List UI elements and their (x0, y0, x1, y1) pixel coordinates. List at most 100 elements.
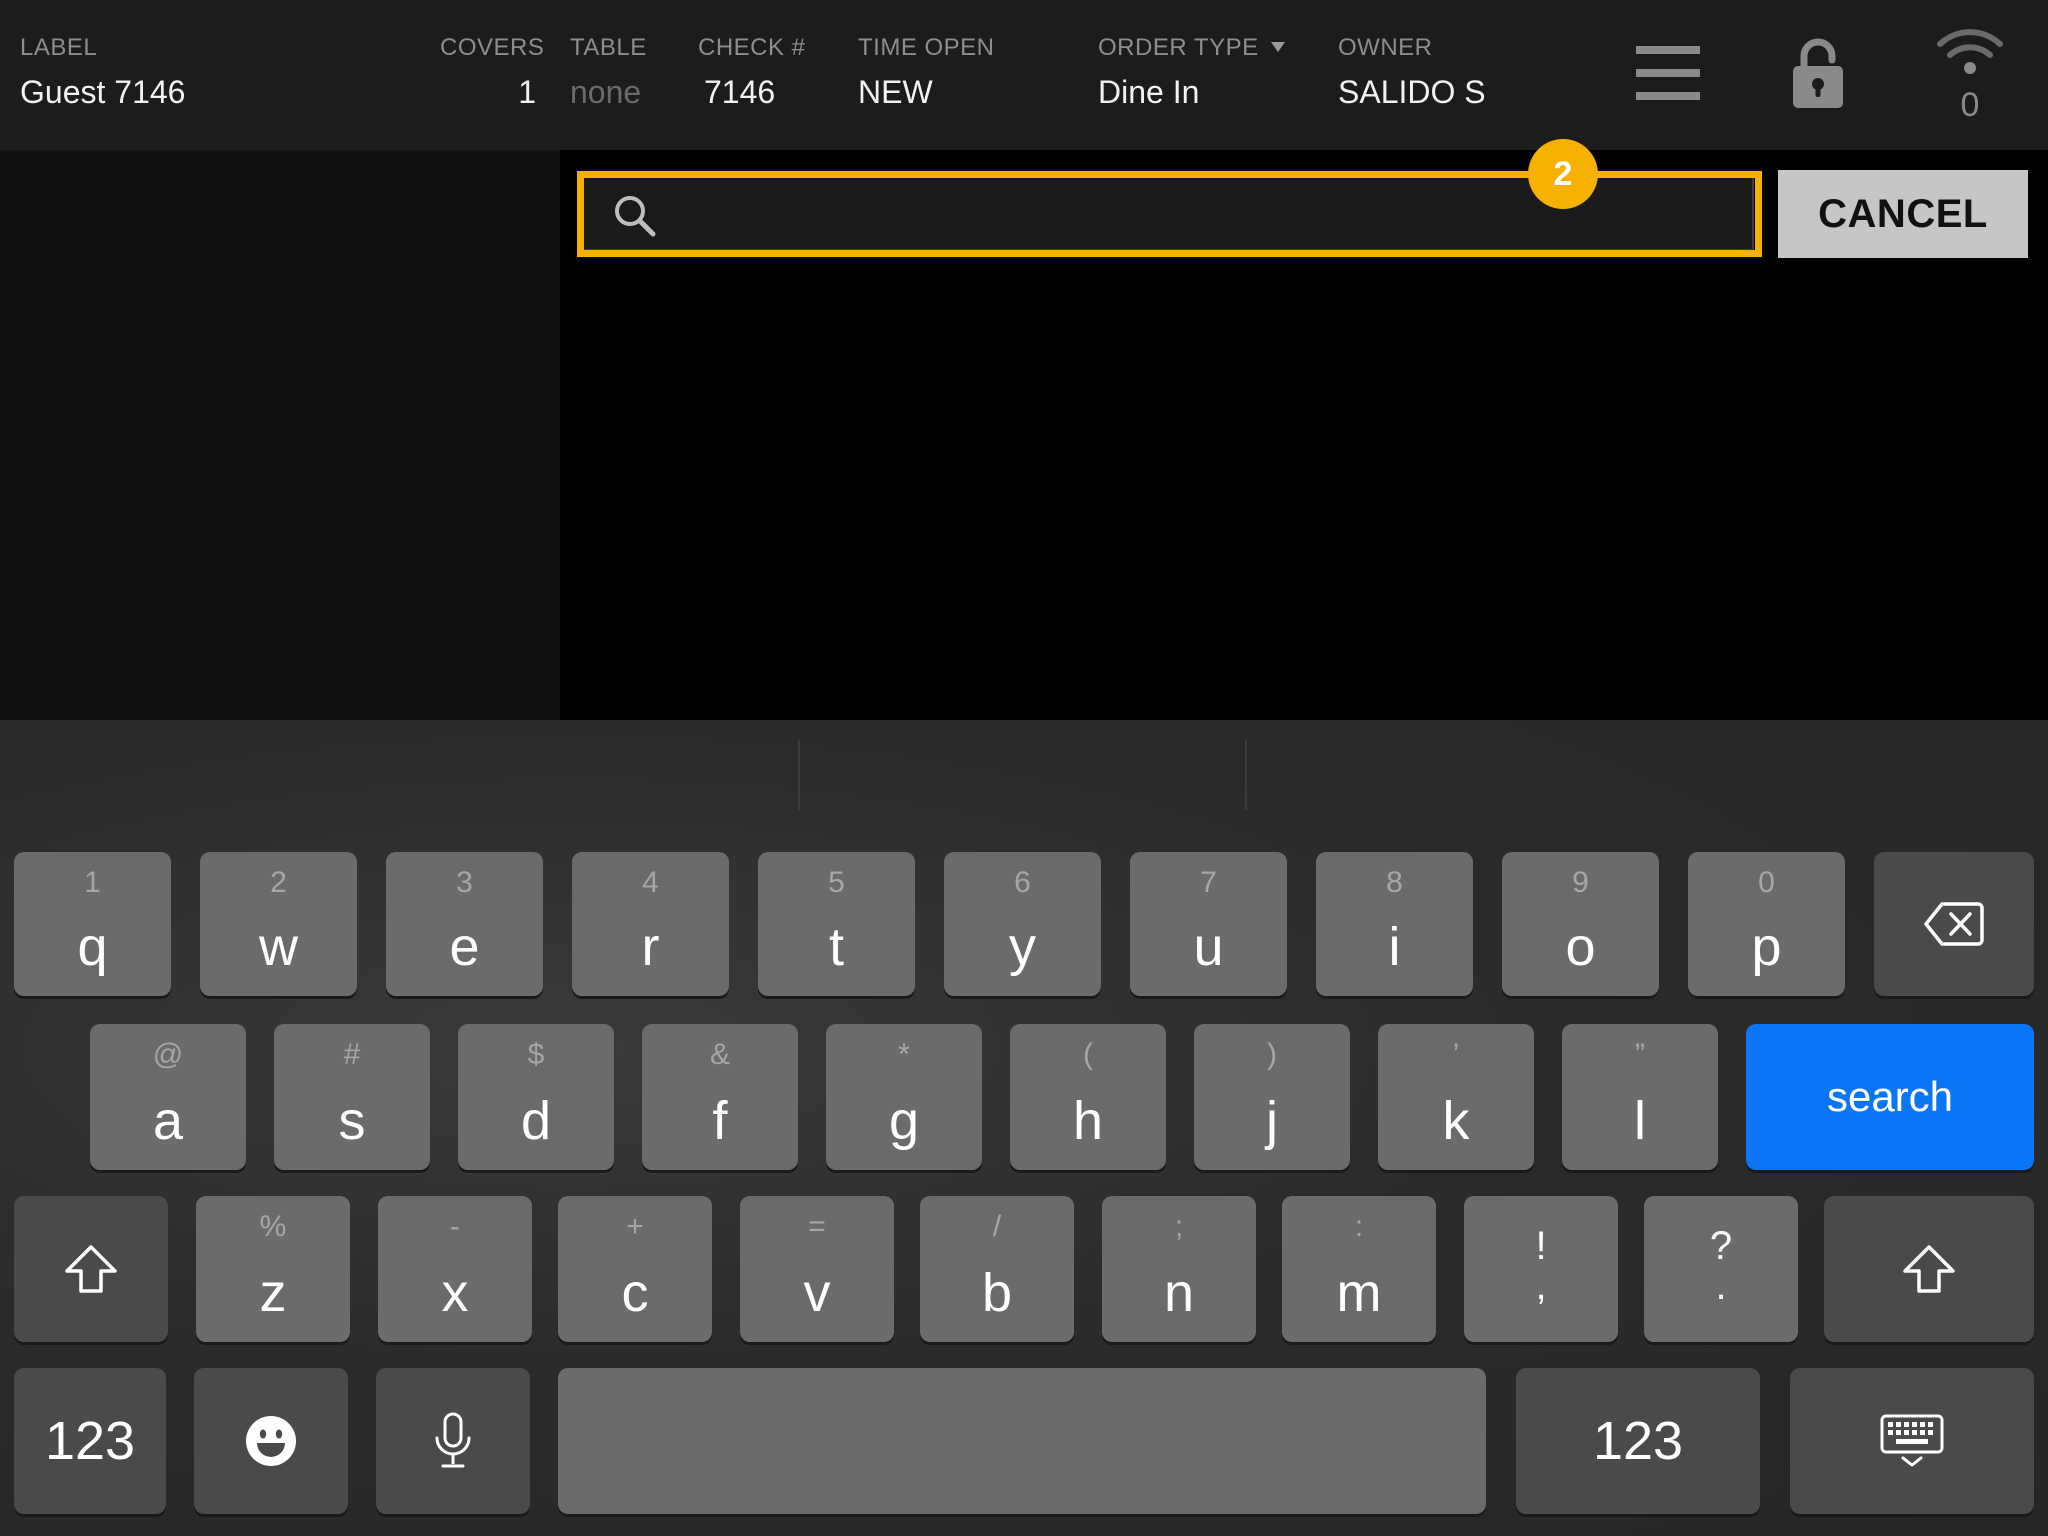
check-title: CHECK # (698, 34, 806, 61)
order-type-dropdown[interactable]: ORDER TYPE Dine In (1098, 34, 1285, 111)
key-label: c (621, 1263, 649, 1323)
key-top-label: ? (1709, 1224, 1733, 1268)
time-open-field: TIME OPEN NEW (858, 34, 995, 111)
covers-value: 1 (518, 74, 536, 110)
step-badge: 2 (1528, 139, 1598, 209)
shift-key-left[interactable] (14, 1196, 168, 1342)
key-alt-label: 5 (828, 866, 845, 899)
key-l[interactable]: ” l (1562, 1024, 1718, 1170)
key-c[interactable]: + c (558, 1196, 712, 1342)
key-k[interactable]: ’ k (1378, 1024, 1534, 1170)
owner-value: SALIDO S (1338, 74, 1486, 110)
shift-icon (65, 1245, 117, 1293)
lock-icon[interactable] (1790, 36, 1846, 110)
key-label: j (1266, 1091, 1278, 1151)
microphone-icon (435, 1412, 471, 1468)
key-v[interactable]: = v (740, 1196, 894, 1342)
key-alt-label: @ (152, 1038, 184, 1071)
key-label: g (888, 1091, 920, 1151)
suggestion-divider (1245, 740, 1247, 810)
microphone-key[interactable] (376, 1368, 530, 1514)
key-bottom-label: , (1535, 1264, 1547, 1308)
hamburger-menu-icon[interactable] (1636, 44, 1700, 102)
key-label: a (152, 1091, 184, 1151)
key-d[interactable]: $ d (458, 1024, 614, 1170)
key-label: r (641, 917, 660, 977)
key-a[interactable]: @ a (90, 1024, 246, 1170)
time-open-title: TIME OPEN (858, 34, 995, 61)
wifi-count: 0 (1960, 86, 1980, 124)
key-s[interactable]: # s (274, 1024, 430, 1170)
key-g[interactable]: * g (826, 1024, 982, 1170)
key-w[interactable]: 2w (200, 852, 357, 996)
key-alt-label: ( (1083, 1038, 1093, 1071)
key-label: f (712, 1091, 728, 1151)
key-label: e (449, 917, 480, 977)
table-field[interactable]: TABLE none (570, 34, 647, 111)
key-alt-label: + (626, 1210, 644, 1243)
key-t[interactable]: 5t (758, 852, 915, 996)
key-u[interactable]: 7u (1130, 852, 1287, 996)
key-z[interactable]: % z (196, 1196, 350, 1342)
key-exclamation-comma[interactable]: ! , (1464, 1196, 1618, 1342)
left-panel (0, 150, 560, 720)
key-label: z (259, 1263, 287, 1323)
key-alt-label: = (808, 1210, 826, 1243)
numbers-key-right[interactable]: 123 (1516, 1368, 1760, 1514)
key-label: o (1565, 917, 1596, 977)
chevron-down-icon (1270, 42, 1285, 52)
key-o[interactable]: 9o (1502, 852, 1659, 996)
order-type-title-row: ORDER TYPE (1098, 34, 1285, 62)
key-question-period[interactable]: ? . (1644, 1196, 1798, 1342)
table-title: TABLE (570, 34, 647, 61)
key-f[interactable]: & f (642, 1024, 798, 1170)
search-key[interactable]: search (1746, 1024, 2034, 1170)
key-label: y (1009, 917, 1036, 977)
numbers-key-left[interactable]: 123 (14, 1368, 166, 1514)
key-i[interactable]: 8i (1316, 852, 1473, 996)
order-header: LABEL Guest 7146 COVERS 1 TABLE none CHE… (0, 0, 2048, 150)
key-p[interactable]: 0p (1688, 852, 1845, 996)
key-b[interactable]: / b (920, 1196, 1074, 1342)
key-alt-label: / (992, 1210, 1002, 1243)
key-n[interactable]: ; n (1102, 1196, 1256, 1342)
key-r[interactable]: 4r (572, 852, 729, 996)
backspace-icon (1924, 902, 1984, 946)
time-open-value: NEW (858, 74, 933, 110)
key-h[interactable]: (h (1010, 1024, 1166, 1170)
key-top-label: ! (1535, 1224, 1547, 1268)
search-icon (615, 196, 656, 237)
owner-field[interactable]: OWNER SALIDO S (1338, 34, 1486, 111)
key-label: l (1634, 1091, 1646, 1151)
key-y[interactable]: 6y (944, 852, 1101, 996)
key-label: s (338, 1091, 366, 1151)
keyboard-dismiss-icon (1880, 1414, 1944, 1467)
key-x[interactable]: -x (378, 1196, 532, 1342)
key-e[interactable]: 3e (386, 852, 543, 996)
key-j[interactable]: ) j (1194, 1024, 1350, 1170)
key-alt-label: ” (1635, 1038, 1645, 1071)
shift-icon (1903, 1245, 1955, 1293)
key-m[interactable]: :m (1282, 1196, 1436, 1342)
key-label: w (259, 917, 298, 977)
space-key[interactable] (558, 1368, 1486, 1514)
key-label: b (981, 1263, 1013, 1323)
hide-keyboard-key[interactable] (1790, 1368, 2034, 1514)
order-type-title: ORDER TYPE (1098, 34, 1259, 61)
covers-field[interactable]: COVERS 1 (440, 34, 544, 111)
backspace-key[interactable] (1874, 852, 2034, 996)
key-label: h (1072, 1091, 1104, 1151)
key-bottom-label: . (1715, 1264, 1727, 1308)
emoji-key[interactable] (194, 1368, 348, 1514)
key-label: v (803, 1263, 831, 1323)
cancel-button[interactable]: CANCEL (1778, 170, 2028, 258)
shift-key-right[interactable] (1824, 1196, 2034, 1342)
key-q[interactable]: 1q (14, 852, 171, 996)
suggestion-divider (798, 740, 800, 810)
key-alt-label: 3 (456, 866, 473, 899)
label-field[interactable]: LABEL Guest 7146 (20, 34, 185, 111)
search-key-label: search (1826, 1073, 1954, 1120)
key-label: u (1193, 917, 1224, 977)
check-field: CHECK # 7146 (698, 34, 806, 111)
key-alt-label: 0 (1758, 866, 1775, 899)
